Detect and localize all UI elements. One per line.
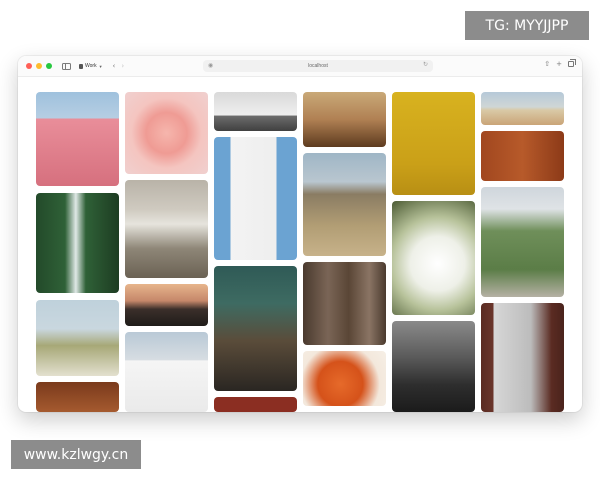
zoom-window-icon[interactable] bbox=[46, 63, 52, 69]
browser-toolbar: Work ▼ ‹ › ◉ localhost ↻ ⇧ + bbox=[18, 56, 582, 77]
watermark-top: TG: MYYJJPP bbox=[465, 11, 589, 40]
red-bottom-photo[interactable] bbox=[214, 397, 297, 412]
minimize-window-icon[interactable] bbox=[36, 63, 42, 69]
tab-group-label: Work bbox=[85, 63, 97, 69]
reload-icon[interactable]: ↻ bbox=[423, 61, 428, 68]
pink-building-photo[interactable] bbox=[36, 92, 119, 186]
green-house-photo[interactable] bbox=[481, 187, 564, 297]
pink-rose-photo[interactable] bbox=[125, 92, 208, 174]
toolbar-right-icons: ⇧ + bbox=[544, 59, 576, 68]
sidebar-toggle-icon[interactable] bbox=[62, 62, 71, 70]
museum-statue-photo[interactable] bbox=[214, 266, 297, 391]
forward-chevron-icon[interactable]: › bbox=[121, 62, 124, 70]
wooden-door-photo[interactable] bbox=[481, 131, 564, 181]
browser-window: Work ▼ ‹ › ◉ localhost ↻ ⇧ + bbox=[18, 56, 582, 412]
tab-group-icon bbox=[79, 63, 83, 69]
dark-interior-photo[interactable] bbox=[392, 321, 475, 412]
waterfall-photo[interactable] bbox=[36, 193, 119, 293]
cafe-chairs-photo[interactable] bbox=[303, 92, 386, 147]
watermark-bottom: www.kzlwgy.cn bbox=[11, 440, 141, 469]
back-chevron-icon[interactable]: ‹ bbox=[113, 62, 116, 70]
address-text: localhost bbox=[308, 63, 328, 69]
wooden-ceiling-photo[interactable] bbox=[36, 382, 119, 412]
desert-hill-house-photo[interactable] bbox=[303, 153, 386, 256]
address-bar[interactable]: ◉ localhost ↻ bbox=[203, 60, 433, 72]
beach-dunes-photo[interactable] bbox=[481, 92, 564, 125]
ocean-wave-photo[interactable] bbox=[125, 180, 208, 278]
chevron-down-icon: ▼ bbox=[98, 63, 103, 69]
privacy-shield-icon[interactable]: ◉ bbox=[208, 62, 213, 69]
daisy-field-photo[interactable] bbox=[36, 300, 119, 376]
sunset-coast-photo[interactable] bbox=[125, 284, 208, 326]
white-tower-blue-sky-photo[interactable] bbox=[214, 137, 297, 260]
new-tab-plus-icon[interactable]: + bbox=[556, 60, 562, 68]
white-chapel-on-hill-photo[interactable] bbox=[214, 92, 297, 131]
orange-chair-photo[interactable] bbox=[303, 351, 386, 406]
tab-overview-icon[interactable] bbox=[568, 59, 576, 67]
white-facade-photo[interactable] bbox=[125, 332, 208, 412]
tab-group-selector[interactable]: Work ▼ bbox=[79, 63, 103, 69]
photo-gallery bbox=[18, 76, 582, 412]
tree-bark-photo[interactable] bbox=[303, 262, 386, 345]
close-window-icon[interactable] bbox=[26, 63, 32, 69]
share-icon[interactable]: ⇧ bbox=[544, 60, 550, 68]
brooklyn-bridge-photo[interactable] bbox=[481, 303, 564, 412]
plant-yellow-wall-photo[interactable] bbox=[392, 92, 475, 195]
white-flowers-photo[interactable] bbox=[392, 201, 475, 315]
